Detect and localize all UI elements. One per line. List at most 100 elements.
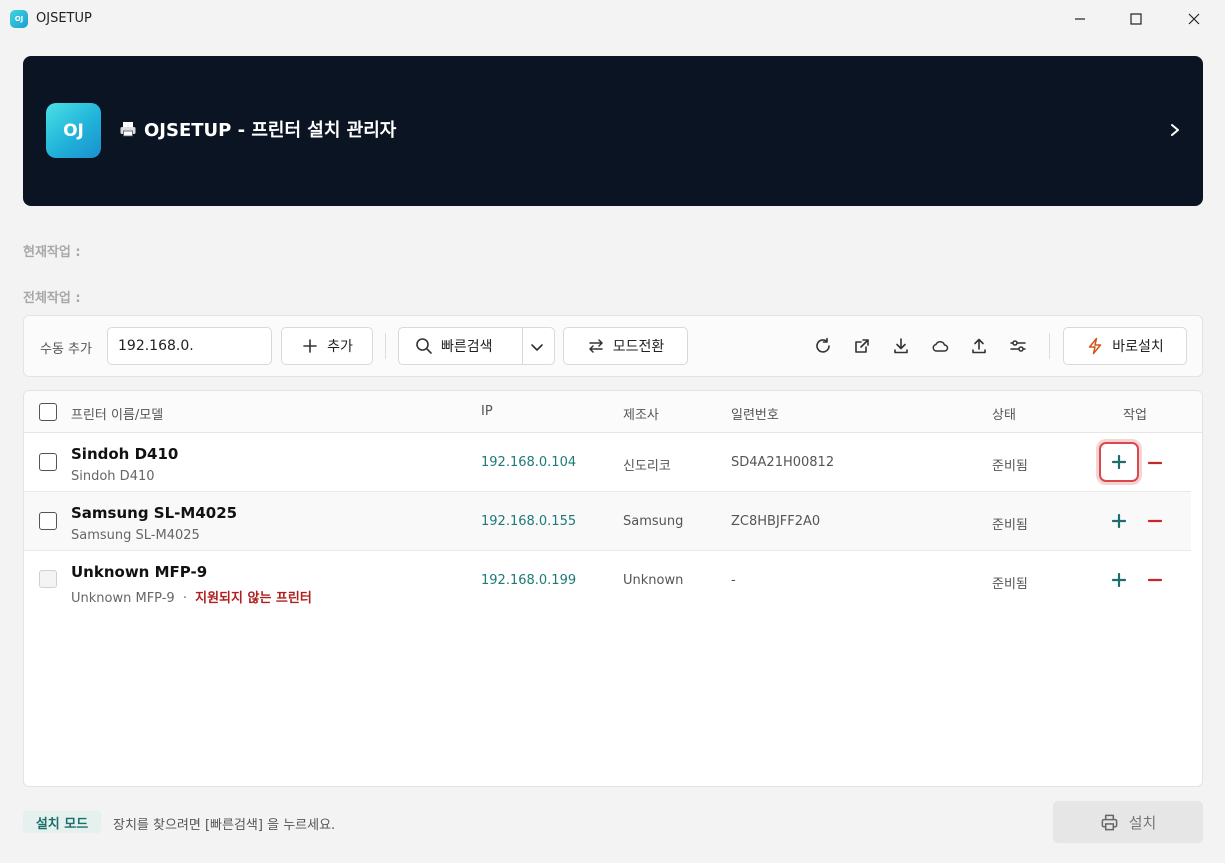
toolbar: 수동 추가 추가 빠른검색 모드전환 바로설치 [23,315,1203,377]
header-status: 상태 [992,408,1016,423]
mode-switch-button[interactable]: 모드전환 [563,327,688,365]
select-all-checkbox[interactable] [39,403,57,421]
page-title: OJSETUP - 프린터 설치 관리자 [144,120,397,141]
table-row[interactable]: Samsung SL-M4025 Samsung SL-M4025 192.16… [24,492,1191,551]
minus-icon [1148,578,1162,582]
settings-button[interactable] [1007,335,1029,357]
printer-name: Sindoh D410 [71,445,179,463]
lightning-icon [1088,337,1102,355]
banner-title-row: OJSETUP - 프린터 설치 관리자 [119,116,396,142]
printer-name: Samsung SL-M4025 [71,504,238,522]
cloud-button[interactable] [929,335,951,357]
printer-serial: ZC8HBJFF2A0 [731,514,821,529]
quick-search-button[interactable]: 빠른검색 [398,327,555,365]
add-button-label: 추가 [327,339,353,355]
total-task-label: 전체작업 : [23,291,81,306]
printer-icon [120,122,136,137]
header-ip: IP [481,404,493,419]
header-name: 프린터 이름/모델 [71,408,164,423]
install-button[interactable]: 설치 [1053,801,1203,843]
plus-icon [1112,455,1126,469]
maximize-button[interactable] [1113,0,1159,38]
printer-serial: SD4A21H00812 [731,455,835,470]
printer-model: Samsung SL-M4025 [71,528,200,543]
search-icon [416,338,432,354]
remove-printer-button[interactable] [1145,570,1165,590]
row-checkbox[interactable] [39,453,57,471]
cloud-icon [932,340,949,352]
row-checkbox[interactable] [39,512,57,530]
title-bar: OJ OJSETUP [0,0,1225,38]
header-banner[interactable]: OJ OJSETUP - 프린터 설치 관리자 [23,56,1203,206]
settings-sliders-icon [1010,340,1026,352]
printer-table: 프린터 이름/모델 IP 제조사 일련번호 상태 작업 Sindoh D410 … [23,390,1203,787]
external-link-button[interactable] [851,335,873,357]
unsupported-warning: 지원되지 않는 프린터 [195,591,312,606]
upload-icon [972,338,986,354]
printer-ip: 192.168.0.104 [481,455,577,470]
minus-icon [1148,461,1162,465]
quick-install-button[interactable]: 바로설치 [1063,327,1187,365]
printer-maker: Unknown [623,573,684,588]
printer-maker: 신도리코 [623,459,671,474]
table-row[interactable]: Sindoh D410 Sindoh D410 192.168.0.104 신도… [24,433,1191,492]
table-header: 프린터 이름/모델 IP 제조사 일련번호 상태 작업 [24,391,1202,433]
chevron-down-icon[interactable] [529,339,545,355]
printer-status: 준비됨 [992,577,1028,592]
app-icon: OJ [10,10,28,28]
plus-icon [303,339,317,353]
chevron-right-icon[interactable] [1169,120,1181,140]
window-title: OJSETUP [36,11,92,26]
manual-add-label: 수동 추가 [40,342,92,357]
printer-model-line: Unknown MFP-9 · 지원되지 않는 프린터 [71,587,312,606]
add-printer-button[interactable] [1109,570,1129,590]
minus-icon [1148,519,1162,523]
upload-button[interactable] [968,335,990,357]
minimize-icon [1075,18,1085,20]
printer-icon [1101,814,1118,830]
plus-icon [1112,514,1126,528]
printer-maker: Samsung [623,514,684,529]
external-link-icon [855,339,869,353]
printer-model: Sindoh D410 [71,469,155,484]
row-checkbox [39,570,57,588]
printer-ip: 192.168.0.155 [481,514,577,529]
toolbar-divider [385,333,386,359]
current-task-label: 현재작업 : [23,245,81,260]
close-icon [1188,13,1200,25]
printer-name: Unknown MFP-9 [71,563,208,581]
printer-model: Unknown MFP-9 [71,591,175,606]
add-printer-button[interactable] [1109,511,1129,531]
download-button[interactable] [890,335,912,357]
minimize-button[interactable] [1057,0,1103,38]
ip-input[interactable] [107,327,272,365]
refresh-icon [816,337,830,353]
remove-printer-button[interactable] [1145,511,1165,531]
app-logo: OJ [46,103,101,158]
printer-serial: - [731,573,736,588]
add-printer-button[interactable] [1099,442,1139,482]
footer-message: 장치를 찾으려면 [빠른검색] 을 누르세요. [113,818,336,833]
download-icon [894,338,908,354]
header-action: 작업 [1123,408,1147,423]
remove-printer-button[interactable] [1145,453,1165,473]
mode-badge: 설치 모드 [23,811,101,833]
quick-search-label: 빠른검색 [441,339,493,355]
refresh-button[interactable] [812,335,834,357]
printer-status: 준비됨 [992,518,1028,533]
mode-switch-label: 모드전환 [612,339,665,355]
add-button[interactable]: 추가 [281,327,373,365]
swap-arrows-icon [588,339,603,353]
maximize-icon [1130,13,1142,25]
header-maker: 제조사 [623,408,659,423]
table-row[interactable]: Unknown MFP-9 Unknown MFP-9 · 지원되지 않는 프린… [24,551,1191,610]
install-label: 설치 [1128,813,1157,832]
header-serial: 일련번호 [731,408,779,423]
plus-icon [1112,573,1126,587]
split-divider [522,328,523,364]
separator-dot: · [182,591,187,606]
toolbar-divider [1049,333,1050,359]
printer-status: 준비됨 [992,459,1028,474]
quick-install-label: 바로설치 [1112,339,1164,355]
close-button[interactable] [1171,0,1217,38]
